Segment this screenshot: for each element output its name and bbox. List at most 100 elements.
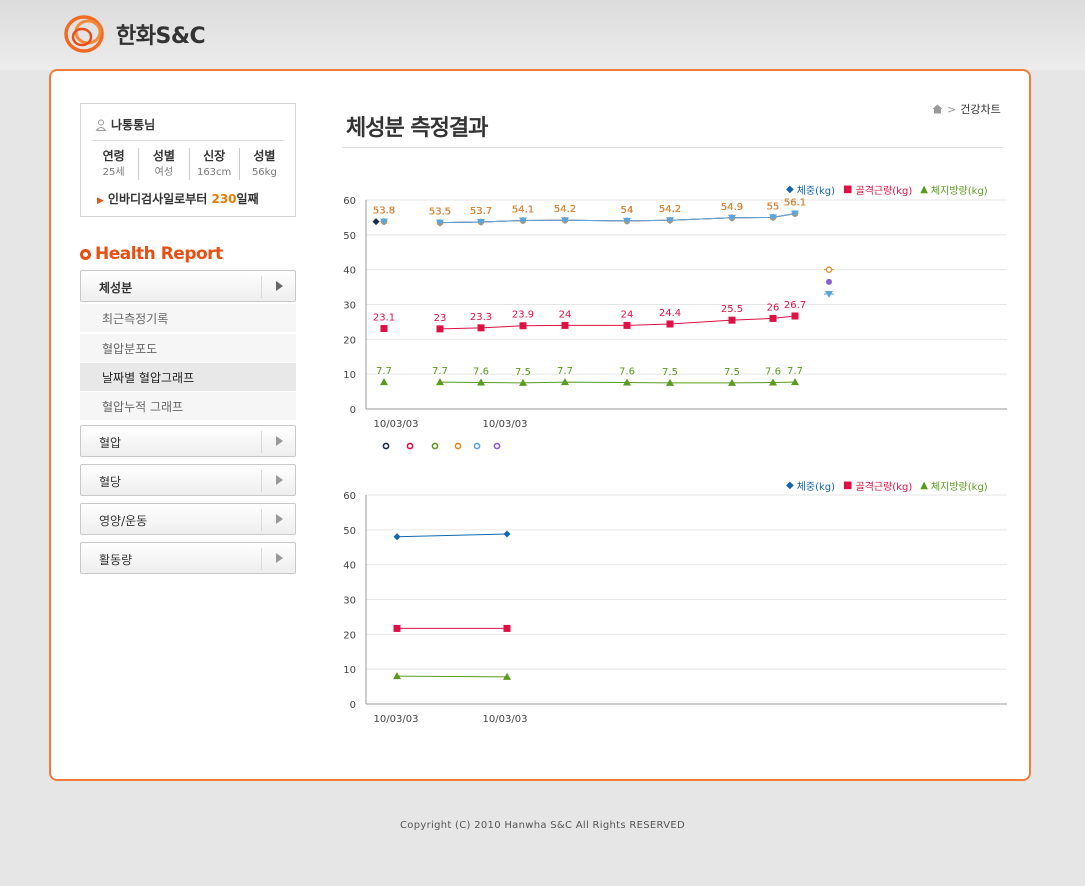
- data-point: [436, 325, 444, 333]
- data-label: 7.6: [619, 367, 635, 378]
- y-tick-label: 0: [350, 405, 356, 416]
- stat-label: 성별: [152, 149, 175, 163]
- menu-blood-pressure[interactable]: 혈압: [80, 425, 296, 457]
- data-point: [503, 624, 511, 632]
- data-label: 7.7: [557, 366, 573, 377]
- data-label: 54.2: [554, 204, 576, 215]
- series-line: [396, 533, 508, 538]
- data-label: 24.4: [659, 308, 681, 319]
- data-label: 26.7: [784, 300, 806, 311]
- stat-value: 여성: [154, 167, 174, 178]
- data-point: [380, 325, 388, 333]
- play-arrow-icon: [276, 281, 283, 291]
- body-composition-chart: 010203040506053.8 53.5 53.7 54.1 54.2 54 54.2 5…: [343, 196, 1007, 450]
- data-label: 53.8: [373, 206, 395, 217]
- submenu-recent-records[interactable]: 최근측정기록: [80, 304, 296, 333]
- divider: [261, 509, 262, 531]
- home-icon[interactable]: [932, 104, 943, 114]
- series-4: 53.8 53.5 53.7 54.1 54.2 54 54.2 54.9 55 56.1: [373, 198, 806, 227]
- data-point: [728, 316, 736, 324]
- data-label: 23.9: [512, 310, 534, 321]
- footer-copyright: Copyright (C) 2010 Hanwha S&C All Rights…: [400, 820, 685, 831]
- profile-box: 나통통님 연령 25세 성별 여성 신장 163cm 성별 56kg ▶ 인바디검…: [80, 103, 296, 217]
- submenu-label: 혈압분포도: [102, 342, 158, 356]
- page-title: 체성분 측정결과: [346, 116, 488, 141]
- series-2: [393, 672, 511, 680]
- data-label: 7.6: [765, 367, 781, 378]
- y-tick-label: 50: [343, 526, 356, 537]
- menu-blood-sugar[interactable]: 혈당: [80, 464, 296, 496]
- stat-label: 성별: [253, 149, 276, 163]
- y-tick-label: 30: [343, 301, 356, 312]
- data-point: [769, 314, 777, 322]
- play-arrow-icon: [276, 514, 283, 524]
- submenu-label: 혈압누적 그래프: [102, 400, 184, 414]
- data-label: 7.7: [787, 366, 803, 377]
- data-point: [561, 321, 569, 329]
- data-point: [666, 320, 674, 328]
- since-days-count: 230: [211, 192, 237, 206]
- stat-weight: 성별 56kg: [238, 148, 289, 180]
- submenu-bp-distribution[interactable]: 혈압분포도: [80, 334, 296, 363]
- play-arrow-icon: [276, 436, 283, 446]
- stat-age: 연령 25세: [89, 148, 138, 180]
- menu-activity[interactable]: 활동량: [80, 542, 296, 574]
- data-point: [393, 533, 401, 541]
- y-tick-label: 40: [343, 266, 356, 277]
- y-tick-label: 0: [350, 700, 356, 711]
- profile-name-text: 나통통님: [111, 118, 156, 132]
- stat-value: 163cm: [196, 167, 232, 178]
- data-point: [393, 624, 401, 632]
- data-label: 26: [767, 302, 780, 313]
- menu-label: 활동량: [99, 553, 133, 567]
- data-label: 23.1: [373, 313, 395, 324]
- stat-value: 56kg: [251, 167, 277, 178]
- series-line: [439, 381, 796, 384]
- submenu-bp-by-date[interactable]: 날짜별 혈압그래프: [80, 363, 296, 392]
- data-label: 53.5: [429, 207, 451, 218]
- breadcrumb-current[interactable]: 건강차트: [960, 101, 1000, 117]
- series-toggle-icon: [382, 442, 390, 450]
- brand-name: 한화S&C: [116, 24, 206, 49]
- divider: [91, 140, 285, 141]
- submenu-bp-cumulative[interactable]: 혈압누적 그래프: [80, 392, 296, 421]
- data-label: 53.7: [470, 206, 492, 217]
- x-tick-label: 10/03/03: [483, 419, 528, 430]
- y-tick-label: 50: [343, 231, 356, 242]
- data-point: [519, 322, 527, 330]
- data-point: [503, 530, 511, 538]
- series-toggle-icon: [473, 442, 481, 450]
- series-toggle-icon: [493, 442, 501, 450]
- menu-nutrition-exercise[interactable]: 영양/운동: [80, 503, 296, 535]
- series-marker-icon: [825, 266, 833, 273]
- x-tick-label: 10/03/03: [374, 714, 419, 725]
- brand-logo[interactable]: 한화S&C: [62, 12, 206, 56]
- menu-body-composition[interactable]: 체성분: [80, 270, 296, 302]
- y-tick-label: 20: [343, 630, 356, 641]
- y-tick-label: 40: [343, 561, 356, 572]
- x-tick-label: 10/03/03: [483, 714, 528, 725]
- play-arrow-icon: [276, 553, 283, 563]
- data-point: [623, 321, 631, 329]
- data-label: 7.7: [432, 366, 448, 377]
- menu-label: 혈압: [99, 436, 122, 450]
- y-tick-label: 20: [343, 335, 356, 346]
- stat-label: 신장: [203, 149, 226, 163]
- x-tick-label: 10/03/03: [374, 419, 419, 430]
- data-label: 23.3: [470, 312, 492, 323]
- series-marker-icon: [372, 218, 380, 226]
- divider: [261, 548, 262, 570]
- data-point: [380, 378, 388, 386]
- submenu-label: 최근측정기록: [102, 312, 169, 326]
- series-5: 7.7 7.7 7.6 7.5 7.7 7.6 7.5 7.5 7.6 7.7: [376, 366, 803, 386]
- person-icon: [95, 119, 107, 131]
- hanwha-logo-icon: [64, 15, 104, 53]
- menu-label: 체성분: [99, 281, 133, 295]
- series-toggle-icon: [406, 442, 414, 450]
- data-label: 54.9: [721, 202, 743, 213]
- arrow-right-icon: ▶: [97, 196, 104, 206]
- data-label: 55: [767, 201, 780, 212]
- data-point: [393, 672, 401, 680]
- data-label: 23: [434, 313, 447, 324]
- profile-name: 나통통님: [95, 116, 155, 133]
